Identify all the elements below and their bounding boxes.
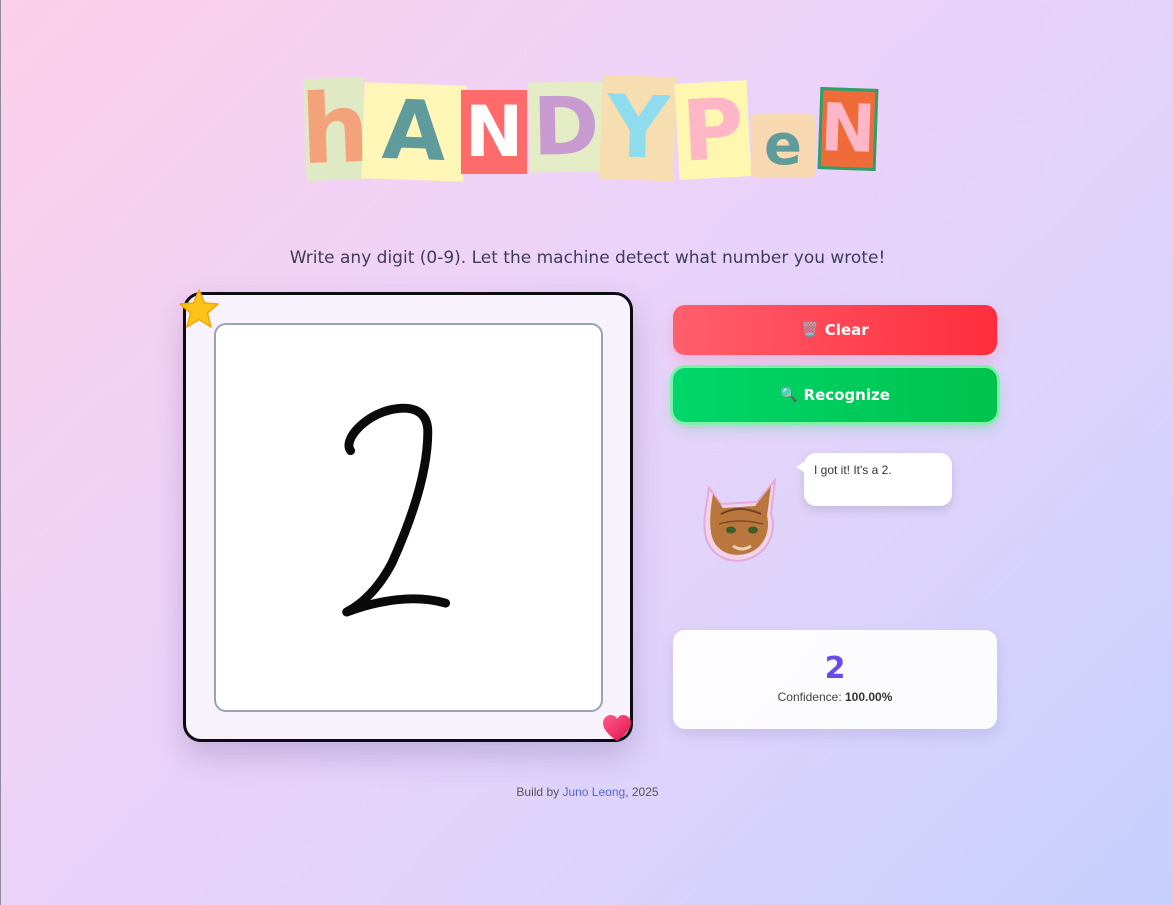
logo-letter-n2: N bbox=[817, 87, 879, 171]
confidence-line: Confidence: 100.00% bbox=[673, 690, 997, 704]
logo-letter-n: N bbox=[461, 90, 527, 174]
predicted-digit: 2 bbox=[824, 651, 846, 686]
logo-letter-a: A bbox=[361, 82, 467, 182]
recognize-button[interactable]: 🔍 Recognize bbox=[673, 368, 997, 422]
clear-button[interactable]: 🗑️ Clear bbox=[673, 305, 997, 355]
logo-letter-d: D bbox=[528, 79, 604, 174]
logo-letter-y: Y bbox=[599, 74, 677, 182]
star-icon bbox=[179, 289, 219, 328]
footer-prefix: Build by bbox=[516, 785, 563, 799]
author-link[interactable]: Juno Leong bbox=[562, 785, 625, 799]
confidence-label: Confidence: bbox=[777, 690, 845, 704]
heart-icon bbox=[603, 715, 631, 741]
drawing-canvas[interactable] bbox=[214, 323, 603, 712]
magnifier-icon: 🔍 bbox=[780, 387, 798, 403]
logo-letter-p: P bbox=[674, 79, 752, 181]
logo-letter-e: e bbox=[751, 114, 815, 178]
cat-speech-text: I got it! It's a 2. bbox=[814, 463, 892, 477]
cat-speech-bubble: I got it! It's a 2. bbox=[796, 453, 952, 506]
trash-icon: 🗑️ bbox=[801, 322, 819, 338]
handwritten-stroke bbox=[342, 403, 451, 617]
confidence-value: 100.00% bbox=[845, 690, 893, 704]
result-card: 2 Confidence: 100.00% bbox=[673, 630, 997, 729]
drawing-board bbox=[183, 292, 633, 742]
tagline: Write any digit (0-9). Let the machine d… bbox=[289, 248, 886, 268]
clear-button-label: Clear bbox=[824, 321, 869, 339]
recognize-button-label: Recognize bbox=[803, 386, 890, 404]
footer-suffix: , 2025 bbox=[625, 785, 659, 799]
handypen-logo: h A N D Y P e N bbox=[298, 71, 879, 187]
logo-letter-h: h bbox=[298, 71, 372, 187]
footer: Build by Juno Leong, 2025 bbox=[1, 785, 1173, 799]
cat-mascot-image bbox=[703, 476, 777, 562]
